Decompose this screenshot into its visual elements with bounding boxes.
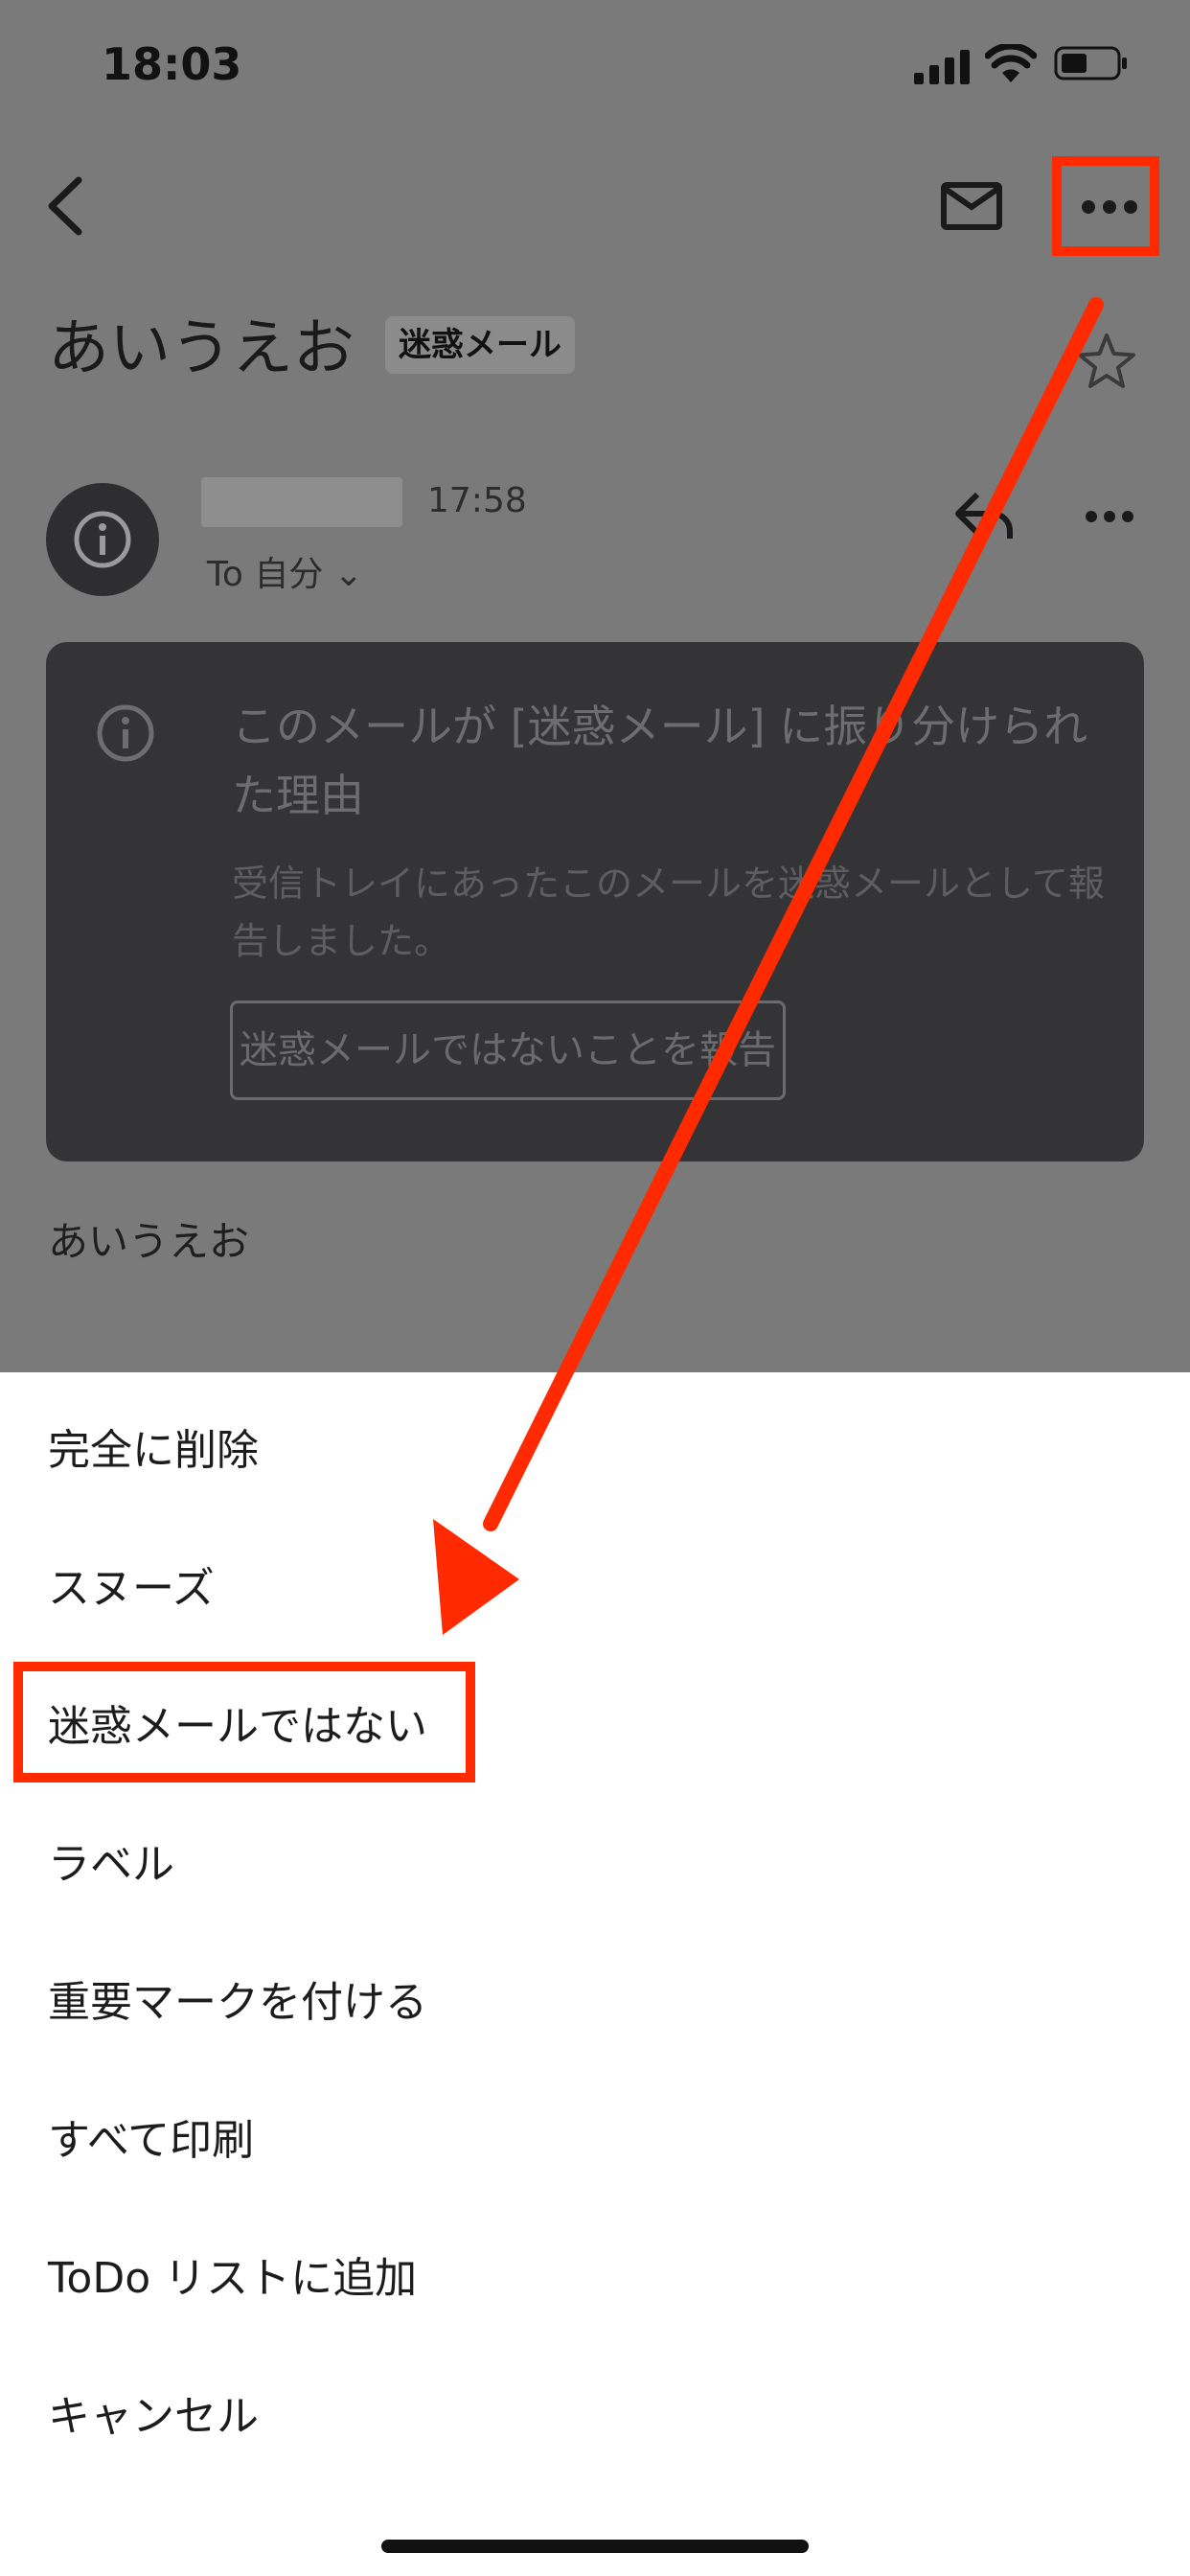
status-time: 18:03 [102,38,242,90]
report-not-spam-button[interactable]: 迷惑メールではないことを報告 [230,1000,786,1100]
sender-avatar[interactable] [46,483,159,596]
action-sheet: 完全に削除 スヌーズ 迷惑メールではない ラベル 重要マークを付ける すべて印刷… [0,1372,1190,2576]
highlight-box-more-options [1052,156,1159,256]
cellular-signal-icon [914,50,970,84]
highlight-box-not-spam [13,1662,475,1782]
home-indicator [381,2540,809,2553]
back-chevron-icon[interactable] [42,174,90,238]
spam-label-badge: 迷惑メール [385,316,575,374]
menu-item-print-all[interactable]: すべて印刷 [48,2105,254,2167]
menu-item-add-to-todo[interactable]: ToDo リストに追加 [48,2243,417,2305]
status-bar: 18:03 [0,0,1190,134]
message-more-icon[interactable] [1085,510,1134,523]
menu-item-label[interactable]: ラベル [48,1829,174,1891]
star-icon[interactable] [1077,332,1136,391]
menu-item-cancel[interactable]: キャンセル [48,2381,259,2443]
reply-icon[interactable] [954,489,1014,540]
mark-unread-mail-icon[interactable] [941,182,1002,230]
notice-body: 受信トレイにあったこのメールを迷惑メールとして報告しました。 [232,862,1105,962]
info-icon [74,511,131,568]
info-icon [97,704,154,762]
menu-item-snooze[interactable]: スヌーズ [48,1553,215,1615]
screen: 18:03 あいうえお 迷惑メール 17:58 To 自分 ⌄ このメールが [… [0,0,1190,2576]
sender-name-redacted [201,477,402,527]
menu-item-mark-important[interactable]: 重要マークを付ける [48,1967,427,2029]
email-body: あいうえお [48,1218,250,1265]
menu-item-delete-forever[interactable]: 完全に削除 [48,1415,259,1477]
recipient-line[interactable]: To 自分 ⌄ [207,546,363,596]
notice-title: このメールが [迷惑メール] に振り分けられた理由 [232,701,1088,821]
battery-icon [1054,46,1127,80]
wifi-icon [985,44,1037,82]
spam-notice-card: このメールが [迷惑メール] に振り分けられた理由 受信トレイにあったこのメール… [46,642,1144,1162]
sent-time: 17:58 [427,481,527,520]
email-subject: あいうえお [48,313,355,384]
email-view-dimmed[interactable]: 18:03 あいうえお 迷惑メール 17:58 To 自分 ⌄ このメールが [… [0,0,1190,1372]
